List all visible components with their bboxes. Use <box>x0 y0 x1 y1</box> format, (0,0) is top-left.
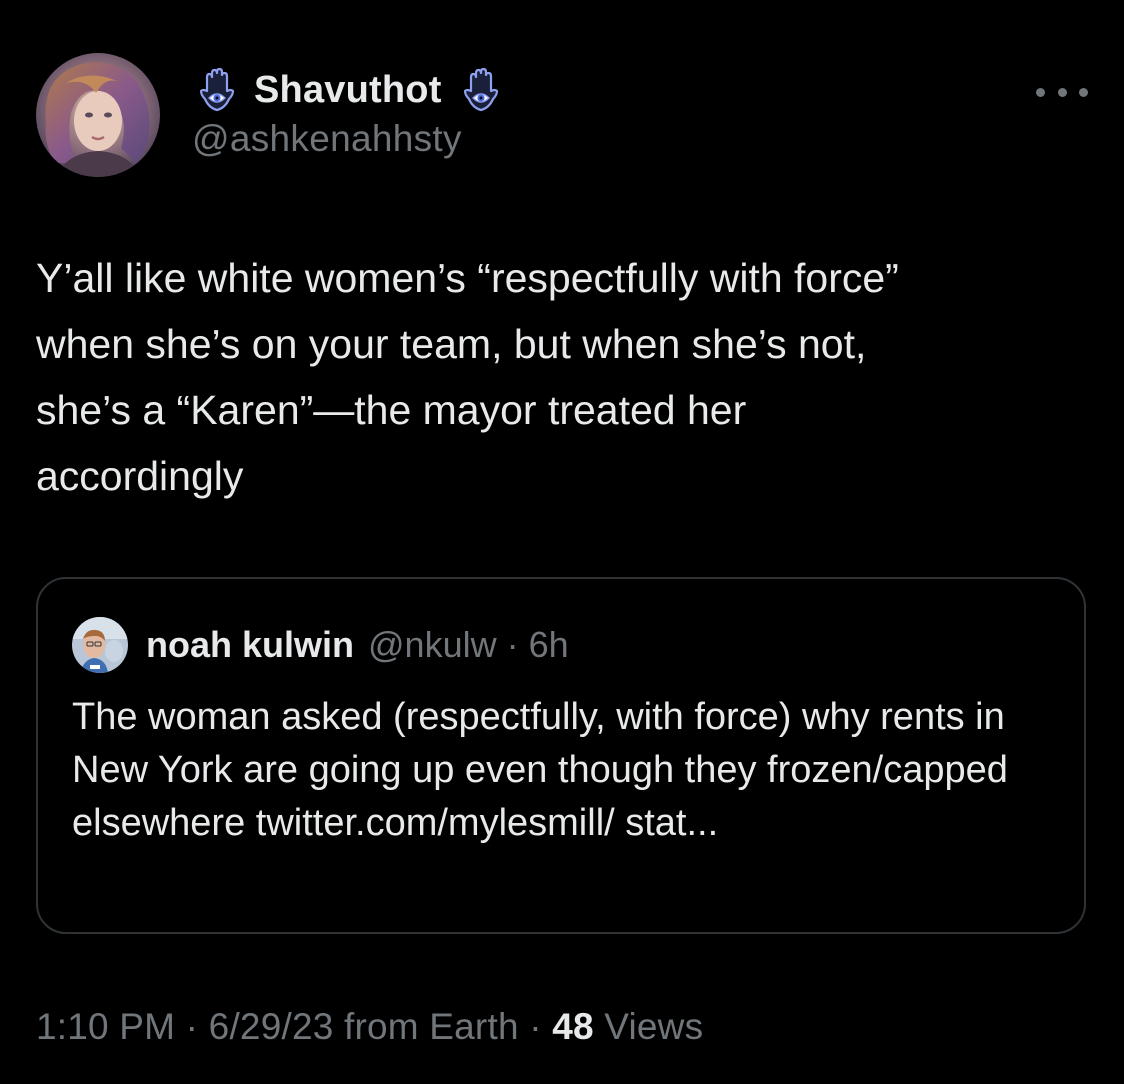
quoted-tweet-header: noah kulwin @nkulw · 6h <box>72 617 569 673</box>
author-avatar[interactable] <box>36 53 160 177</box>
author-handle[interactable]: @ashkenahhsty <box>192 118 506 160</box>
hamsa-icon <box>192 65 242 115</box>
hamsa-icon <box>456 65 506 115</box>
avatar-portrait-icon <box>36 53 160 177</box>
tweet-timestamp[interactable]: 1:10 PM · 6/29/23 from Earth · <box>36 1006 552 1047</box>
tweet-footer: 1:10 PM · 6/29/23 from Earth · 48 Views <box>36 1006 703 1048</box>
quoted-tweet-text: The woman asked (respectfully, with forc… <box>72 696 1008 844</box>
author-info: Shavuthot @ashkenahhsty <box>192 64 506 160</box>
more-dot <box>1057 87 1067 97</box>
quoted-author-avatar[interactable] <box>72 617 128 673</box>
tweet-text: Y’all like white women’s “respectfully w… <box>36 255 899 499</box>
more-dot <box>1036 87 1045 97</box>
quoted-tweet-card[interactable]: noah kulwin @nkulw · 6h The woman asked … <box>36 577 1086 934</box>
quoted-author-meta: @nkulw · 6h <box>368 624 569 665</box>
views-count: 48 <box>552 1006 594 1047</box>
quoted-author-name[interactable]: noah kulwin <box>146 624 354 666</box>
author-display-name[interactable]: Shavuthot <box>254 69 442 112</box>
views-label: Views <box>593 1006 704 1047</box>
more-dot <box>1079 87 1088 97</box>
more-options-button[interactable] <box>1036 78 1088 106</box>
author-name-row[interactable]: Shavuthot <box>192 64 506 116</box>
